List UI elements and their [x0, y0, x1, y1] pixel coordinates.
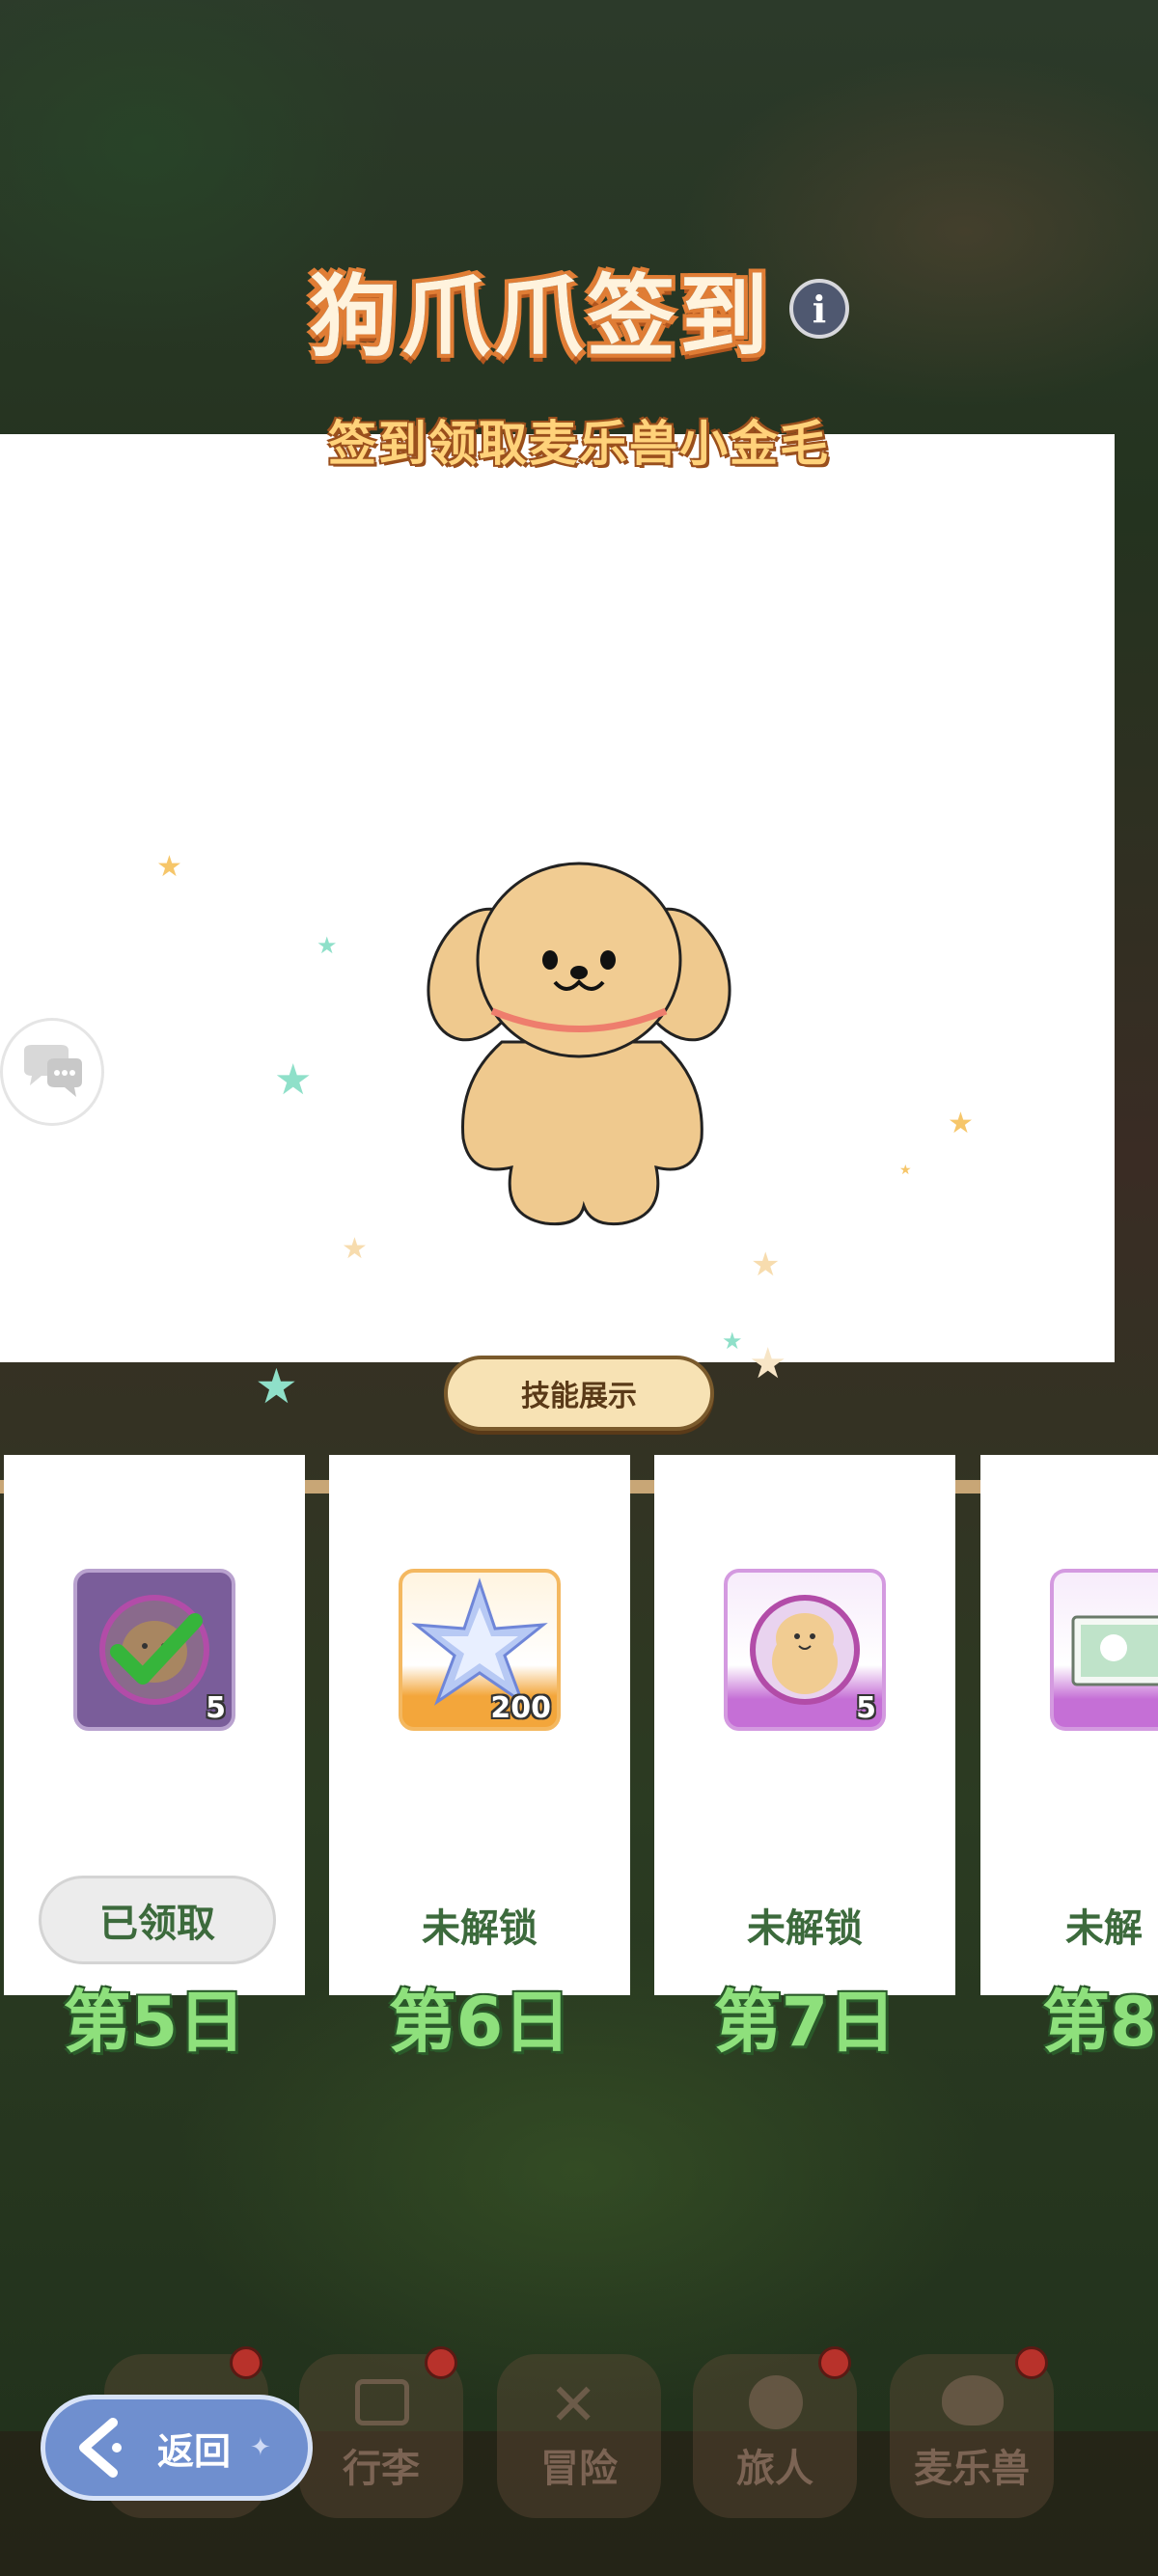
star-decoration: ★ — [255, 1358, 298, 1414]
reward-icon-frame: 5 — [724, 1569, 886, 1731]
nav-traveler[interactable]: 旅人 — [693, 2346, 857, 2518]
chat-button[interactable] — [0, 1018, 104, 1126]
checkin-card-day5[interactable]: 5 已领取 — [4, 1455, 305, 1995]
day-label: 第8 — [1042, 1983, 1157, 2062]
page-subtitle: 签到领取麦乐兽小金毛 — [328, 416, 830, 472]
reward-count: 5 — [856, 1691, 876, 1725]
chest-icon — [355, 2379, 409, 2425]
nav-luggage[interactable]: 行李 — [299, 2346, 463, 2518]
locked-status: 未解锁 — [422, 1906, 538, 1951]
crossed-swords-icon: ✕ — [549, 2371, 598, 2439]
nav-pets[interactable]: 麦乐兽 — [890, 2346, 1054, 2518]
back-arrow-icon — [79, 2418, 122, 2478]
reward-icon-frame: 5 — [73, 1569, 235, 1731]
star-decoration: ★ — [899, 1163, 912, 1178]
locked-status: 未解锁 — [747, 1906, 863, 1951]
back-label: 返回 — [157, 2429, 232, 2473]
pet-icon — [942, 2375, 1004, 2425]
golden-puppy-figure — [427, 862, 731, 1226]
star-decoration: ★ — [749, 1339, 787, 1388]
notification-dot — [230, 2346, 262, 2379]
day-label: 第7日 — [713, 1983, 896, 2062]
reward-icon-frame: 200 — [399, 1569, 561, 1731]
nav-label: 行李 — [343, 2447, 420, 2491]
nav-label: 冒险 — [540, 2447, 618, 2491]
skill-showcase-button[interactable]: 技能展示 — [444, 1356, 714, 1431]
locked-status: 未解 — [1065, 1906, 1143, 1951]
star-decoration: ★ — [274, 1055, 313, 1105]
star-decoration: ★ — [317, 932, 338, 959]
claimed-status: 已领取 — [39, 1876, 276, 1964]
chat-bubbles-icon — [24, 1045, 82, 1097]
nav-adventure[interactable]: ✕ 冒险 — [497, 2354, 661, 2518]
star-decoration: ★ — [156, 850, 182, 884]
picture-card-icon — [1071, 1615, 1158, 1686]
reward-icon-frame — [1050, 1569, 1158, 1731]
star-decoration: ★ — [751, 1246, 781, 1284]
day-label: 第5日 — [63, 1983, 246, 2062]
day-label: 第6日 — [388, 1983, 571, 2062]
checkin-card-day7[interactable]: 5 未解锁 — [654, 1455, 955, 1995]
character-icon — [749, 2375, 803, 2429]
star-decoration: ★ — [722, 1328, 743, 1355]
reward-count: 5 — [206, 1691, 226, 1725]
checkin-card-day6[interactable]: 200 未解锁 — [329, 1455, 630, 1995]
star-decoration: ★ — [948, 1107, 974, 1140]
notification-dot — [1015, 2346, 1048, 2379]
nav-label: 旅人 — [736, 2447, 813, 2491]
star-decoration: ★ — [342, 1232, 368, 1266]
back-button[interactable]: 返回 ✦ — [41, 2395, 313, 2501]
page-title: 狗爪爪签到 — [308, 264, 772, 369]
nav-label: 麦乐兽 — [914, 2447, 1030, 2491]
notification-dot — [425, 2346, 457, 2379]
sparkle-icon: ✦ — [250, 2433, 271, 2462]
notification-dot — [818, 2346, 851, 2379]
info-icon[interactable]: i — [789, 279, 849, 339]
header: 狗爪爪签到 i — [0, 251, 1158, 369]
reward-count: 200 — [490, 1691, 551, 1725]
checkin-card-day8[interactable]: 未解 — [980, 1455, 1158, 1995]
pet-preview-panel: ★ ★ ★ ★ ★ ★ ★ ★ — [0, 434, 1115, 1362]
